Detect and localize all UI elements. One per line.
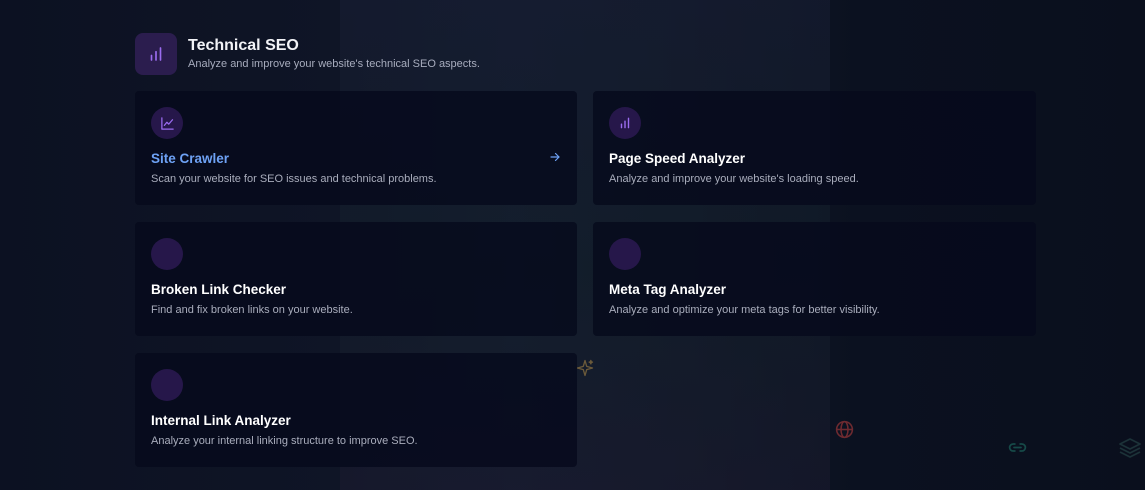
card-title: Broken Link Checker [151,282,287,297]
card-description: Analyze and optimize your meta tags for … [609,304,880,316]
card-title: Page Speed Analyzer [609,151,746,166]
card-description: Find and fix broken links on your websit… [151,304,353,316]
card-description: Scan your website for SEO issues and tec… [151,173,437,185]
section-title: Technical SEO [188,37,299,54]
globe-icon [835,420,854,439]
arrow-right-icon[interactable] [549,151,561,163]
card-title: Site Crawler [151,151,230,166]
page-background: Technical SEO Analyze and improve your w… [0,0,1145,490]
line-chart-icon [151,107,183,139]
card-title: Internal Link Analyzer [151,413,291,428]
section-subtitle: Analyze and improve your website's techn… [188,58,480,70]
card-description: Analyze and improve your website's loadi… [609,173,859,185]
empty-icon [151,369,183,401]
sparkle-icon [576,359,594,377]
card-site-crawler[interactable]: Site Crawler Scan your website for SEO i… [135,91,577,205]
card-internal-link-analyzer[interactable]: Internal Link Analyzer Analyze your inte… [135,353,577,467]
empty-icon [151,238,183,270]
section-header: Technical SEO Analyze and improve your w… [135,32,480,76]
card-title: Meta Tag Analyzer [609,282,727,297]
card-meta-tag-analyzer[interactable]: Meta Tag Analyzer Analyze and optimize y… [593,222,1036,336]
bar-chart-icon [609,107,641,139]
card-page-speed-analyzer[interactable]: Page Speed Analyzer Analyze and improve … [593,91,1036,205]
bar-chart-icon [135,33,177,75]
link-icon [1008,443,1027,452]
card-description: Analyze your internal linking structure … [151,435,418,447]
layers-icon [1119,438,1141,458]
empty-icon [609,238,641,270]
card-broken-link-checker[interactable]: Broken Link Checker Find and fix broken … [135,222,577,336]
